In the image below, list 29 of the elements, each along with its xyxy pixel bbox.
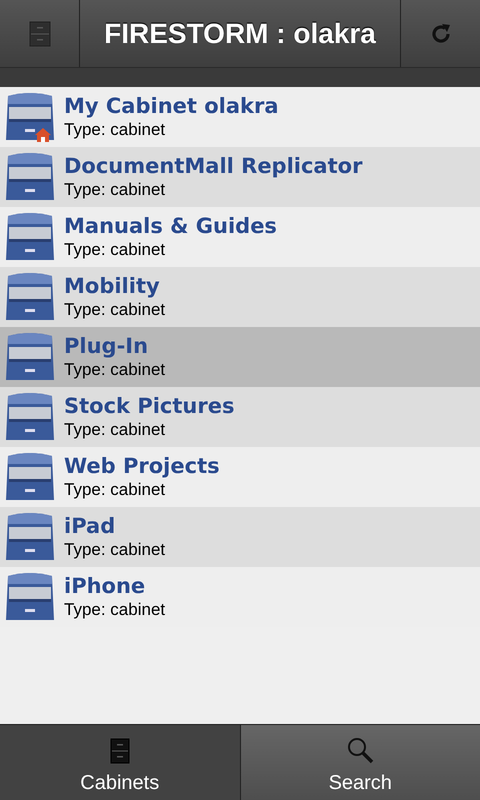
cabinet-name: DocumentMall Replicator [64, 153, 362, 179]
cabinet-type: Type: cabinet [64, 179, 166, 201]
cabinet-icon [28, 20, 50, 46]
cabinet-name: Web Projects [64, 453, 220, 479]
tab[interactable]: Search [240, 725, 480, 800]
cabinet-list-item[interactable]: iPad Type: cabinet [0, 507, 480, 567]
cabinet-type: Type: cabinet [64, 419, 166, 441]
cabinet-type: Type: cabinet [64, 599, 166, 621]
cabinet-type: Type: cabinet [64, 299, 166, 321]
cabinet-icon [110, 738, 130, 764]
cabinet-type: Type: cabinet [64, 479, 166, 501]
cabinet-list-item[interactable]: Plug-In Type: cabinet [0, 327, 480, 387]
cabinet-name: iPhone [64, 573, 146, 599]
tab[interactable]: Cabinets [0, 725, 240, 800]
search-icon [346, 736, 374, 764]
cabinet-type: Type: cabinet [64, 119, 166, 141]
cabinet-type: Type: cabinet [64, 539, 166, 561]
cabinet-name: My Cabinet olakra [64, 93, 279, 119]
cabinet-name: Manuals & Guides [64, 213, 277, 239]
cabinet-type: Type: cabinet [64, 239, 166, 261]
cabinet-list-item[interactable]: Mobility Type: cabinet [0, 267, 480, 327]
cabinet-name: Stock Pictures [64, 393, 234, 419]
cabinet-list-item[interactable]: Stock Pictures Type: cabinet [0, 387, 480, 447]
cabinet-name: Mobility [64, 273, 161, 299]
cabinet-list-item[interactable]: DocumentMall Replicator Type: cabinet [0, 147, 480, 207]
cabinet-name: Plug-In [64, 333, 150, 359]
app-title: FIRESTORM : olakra [103, 16, 377, 50]
cabinet-name: iPad [64, 513, 116, 539]
cabinet-type: Type: cabinet [64, 359, 166, 381]
